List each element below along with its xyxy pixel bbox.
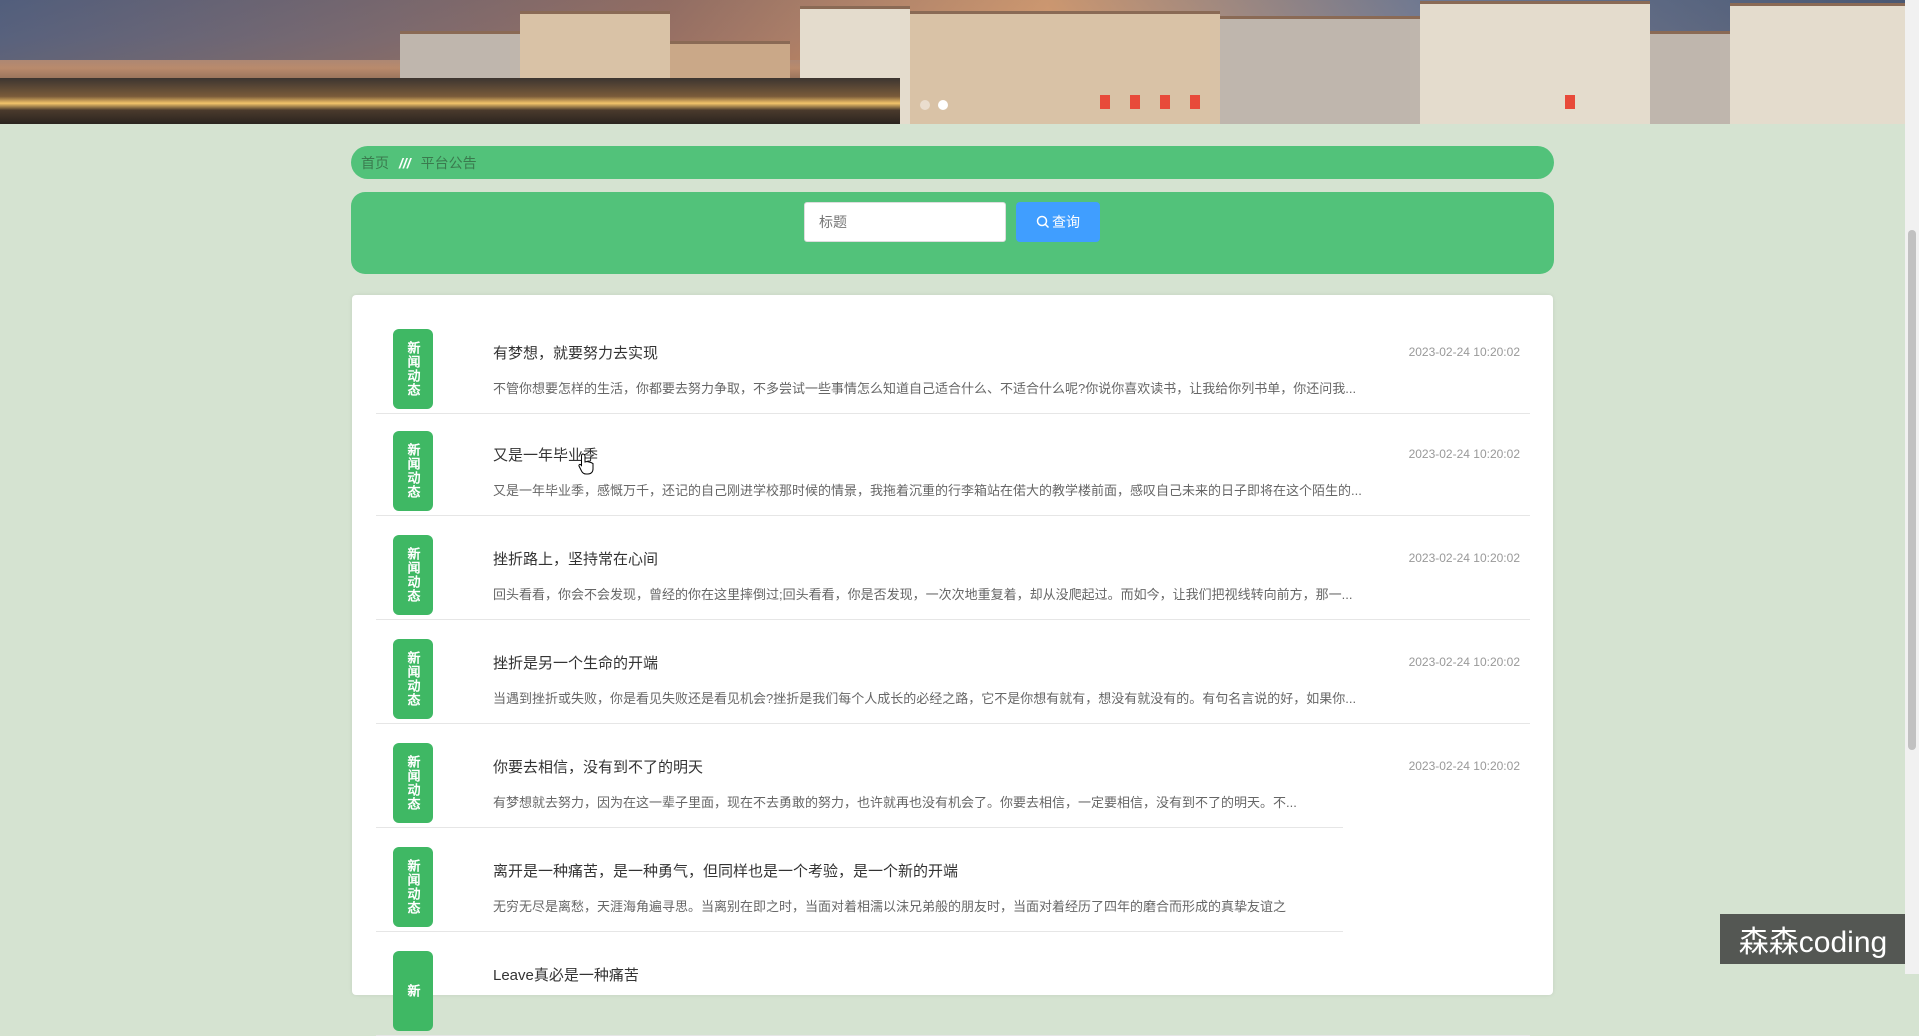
news-title[interactable]: 挫折是另一个生命的开端 <box>493 652 658 673</box>
breadcrumb-home[interactable]: 首页 <box>361 153 389 173</box>
news-date: 2023-02-24 10:20:02 <box>1408 551 1520 565</box>
banner-building <box>1220 16 1420 124</box>
news-date: 2023-02-24 10:20:02 <box>1408 447 1520 461</box>
news-date: 2023-02-24 10:20:02 <box>1408 345 1520 359</box>
banner-bridge <box>0 78 900 124</box>
news-badge: 新闻动态 <box>393 431 433 511</box>
carousel-dot[interactable] <box>920 100 930 110</box>
news-badge: 新闻动态 <box>393 639 433 719</box>
news-title[interactable]: 有梦想，就要努力去实现 <box>493 342 658 363</box>
breadcrumb-current: 平台公告 <box>420 154 477 171</box>
banner-building <box>1420 1 1650 124</box>
breadcrumb: 首页 /// 平台公告 <box>351 146 1554 179</box>
search-bar: 查询 <box>351 192 1554 274</box>
overlay-patch <box>1343 779 1553 974</box>
news-date: 2023-02-24 10:20:02 <box>1408 655 1520 669</box>
banner-building <box>910 11 1220 124</box>
carousel-dot-active[interactable] <box>938 100 948 110</box>
news-title[interactable]: 挫折路上，坚持常在心间 <box>493 548 658 569</box>
news-badge: 新闻动态 <box>393 847 433 927</box>
news-badge: 新 <box>393 951 433 1031</box>
search-icon <box>1036 215 1050 229</box>
news-date: 2023-02-24 10:20:02 <box>1408 759 1520 773</box>
banner-window <box>1130 95 1140 109</box>
news-title[interactable]: 你要去相信，没有到不了的明天 <box>493 756 703 777</box>
news-badge: 新闻动态 <box>393 329 433 409</box>
news-item[interactable]: 新闻动态 挫折路上，坚持常在心间 2023-02-24 10:20:02 回头看… <box>376 518 1530 620</box>
query-button-label: 查询 <box>1052 214 1080 230</box>
news-title[interactable]: 离开是一种痛苦，是一种勇气，但同样也是一个考验，是一个新的开端 <box>493 860 958 881</box>
banner-window <box>1100 95 1110 109</box>
news-excerpt: 有梦想就去努力，因为在这一辈子里面，现在不去勇敢的努力，也许就再也没有机会了。你… <box>493 795 1297 810</box>
banner-window <box>1565 95 1575 109</box>
news-excerpt: 无穷无尽是离愁，天涯海角遍寻思。当离别在即之时，当面对着相濡以沫兄弟般的朋友时，… <box>493 899 1287 914</box>
news-excerpt: 又是一年毕业季，感慨万千，还记的自己刚进学校那时候的情景，我拖着沉重的行李箱站在… <box>493 483 1362 498</box>
news-badge: 新闻动态 <box>393 743 433 823</box>
news-excerpt: 回头看看，你会不会发现，曾经的你在这里摔倒过;回头看看，你是否发现，一次次地重复… <box>493 587 1353 602</box>
banner-window <box>1190 95 1200 109</box>
news-item[interactable]: 新闻动态 又是一年毕业季 2023-02-24 10:20:02 又是一年毕业季… <box>376 414 1530 516</box>
title-search-input[interactable] <box>804 202 1006 242</box>
banner-building <box>1730 3 1905 124</box>
banner-window <box>1160 95 1170 109</box>
banner-carousel[interactable] <box>0 0 1905 124</box>
news-item[interactable]: 新闻动态 挫折是另一个生命的开端 2023-02-24 10:20:02 当遇到… <box>376 622 1530 724</box>
news-title[interactable]: Leave真必是一种痛苦 <box>493 964 639 985</box>
news-excerpt: 当遇到挫折或失败，你是看见失败还是看见机会?挫折是我们每个人成长的必经之路，它不… <box>493 691 1357 706</box>
query-button[interactable]: 查询 <box>1016 202 1100 242</box>
watermark: 森森coding <box>1720 914 1906 964</box>
carousel-indicators <box>920 100 948 110</box>
banner-building <box>1650 31 1730 124</box>
page-scrollbar[interactable] <box>1905 0 1919 974</box>
news-badge: 新闻动态 <box>393 535 433 615</box>
scrollbar-thumb[interactable] <box>1908 230 1916 750</box>
breadcrumb-separator: /// <box>399 154 411 171</box>
news-item[interactable]: 新闻动态 有梦想，就要努力去实现 2023-02-24 10:20:02 不管你… <box>376 312 1530 414</box>
news-excerpt: 不管你想要怎样的生活，你都要去努力争取，不多尝试一些事情怎么知道自己适合什么、不… <box>493 381 1357 396</box>
